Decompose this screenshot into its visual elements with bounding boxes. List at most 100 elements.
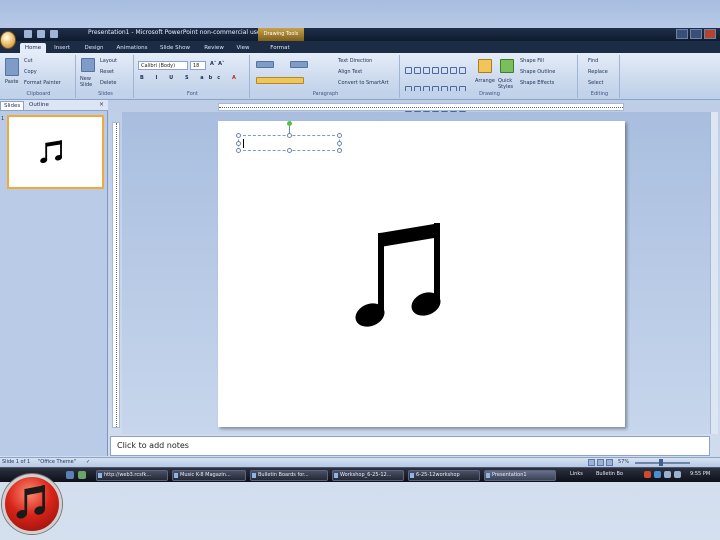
notes-pane[interactable]: Click to add notes	[110, 436, 710, 456]
find-button[interactable]: Find	[588, 58, 598, 64]
close-pane-icon[interactable]: ×	[99, 101, 104, 108]
slideshow-view-button[interactable]	[606, 459, 613, 466]
format-painter-button[interactable]: Format Painter	[24, 80, 61, 86]
zoom-slider-thumb[interactable]	[659, 459, 663, 466]
paste-icon[interactable]	[5, 58, 19, 76]
maximize-button[interactable]	[690, 29, 702, 39]
shape-fill-button[interactable]: Shape Fill	[520, 58, 544, 64]
resize-handle[interactable]	[337, 141, 342, 146]
font-format-buttons[interactable]: B I U S abc	[140, 75, 225, 81]
normal-view-button[interactable]	[588, 459, 595, 466]
zoom-level[interactable]: 57%	[618, 459, 629, 465]
tab-outline[interactable]: Outline	[26, 101, 52, 110]
cut-button[interactable]: Cut	[24, 58, 33, 64]
arrange-icon[interactable]	[478, 59, 492, 73]
bullets-icon[interactable]	[256, 61, 274, 68]
slide-number: 1	[1, 116, 5, 122]
clock[interactable]: 9:55 PM	[690, 470, 710, 479]
taskbar-item[interactable]: 6-25-12workshop	[408, 470, 480, 481]
quick-styles-icon[interactable]	[500, 59, 514, 73]
tab-insert[interactable]: Insert	[50, 43, 74, 53]
music-note-icon[interactable]	[352, 221, 452, 331]
grow-font-button[interactable]: A˄ A˅	[210, 61, 224, 67]
copy-button[interactable]: Copy	[24, 69, 37, 75]
resize-handle[interactable]	[236, 133, 241, 138]
taskbar-item[interactable]: Workshop_6-25-12...	[332, 470, 404, 481]
resize-handle[interactable]	[236, 148, 241, 153]
notes-placeholder[interactable]: Click to add notes	[117, 441, 189, 450]
text-caret	[243, 139, 244, 148]
align-icons[interactable]	[256, 77, 304, 84]
bulletin-toolbar[interactable]: Bulletin Bo	[596, 470, 623, 479]
window-title: Presentation1 - Microsoft PowerPoint non…	[88, 29, 261, 36]
font-name-field[interactable]: Calibri (Body)	[138, 61, 188, 70]
tray-icon[interactable]	[654, 471, 661, 478]
tab-slide-show[interactable]: Slide Show	[156, 43, 194, 53]
spellcheck-icon[interactable]: ✓	[86, 459, 90, 465]
redo-icon[interactable]	[50, 30, 58, 38]
group-label-editing: Editing	[580, 91, 619, 98]
new-slide-button[interactable]: New Slide	[80, 76, 98, 88]
text-direction-button[interactable]: Text Direction	[338, 58, 372, 64]
top-background	[0, 0, 720, 28]
app-logo[interactable]	[2, 474, 62, 534]
resize-handle[interactable]	[337, 133, 342, 138]
taskbar-item[interactable]: http://web3.rcsfk...	[96, 470, 168, 481]
taskbar-item[interactable]: Bulletin Boards for...	[250, 470, 328, 481]
resize-handle[interactable]	[287, 133, 292, 138]
tray-icon[interactable]	[674, 471, 681, 478]
tray-icon[interactable]	[664, 471, 671, 478]
links-toolbar[interactable]: Links	[570, 470, 583, 479]
convert-smartart-button[interactable]: Convert to SmartArt	[338, 80, 389, 86]
shape-effects-button[interactable]: Shape Effects	[520, 80, 554, 86]
font-color-icon[interactable]: A	[232, 75, 236, 81]
group-label-drawing: Drawing	[402, 91, 577, 98]
align-text-button[interactable]: Align Text	[338, 69, 362, 75]
resize-handle[interactable]	[287, 148, 292, 153]
group-label-clipboard: Clipboard	[2, 91, 75, 98]
slide-thumbnail[interactable]	[7, 115, 104, 189]
quick-styles-button[interactable]: Quick Styles	[498, 78, 516, 90]
replace-button[interactable]: Replace	[588, 69, 608, 75]
tab-home[interactable]: Home	[20, 43, 46, 53]
tab-review[interactable]: Review	[200, 43, 228, 53]
taskbar-item[interactable]: Music K-8 Magazin...	[172, 470, 246, 481]
new-slide-icon[interactable]	[81, 58, 95, 72]
tab-animations[interactable]: Animations	[113, 43, 151, 53]
tab-slides[interactable]: Slides	[0, 101, 25, 110]
quicklaunch-icon[interactable]	[66, 471, 74, 479]
resize-handle[interactable]	[337, 148, 342, 153]
select-button[interactable]: Select	[588, 80, 603, 86]
layout-button[interactable]: Layout	[100, 58, 117, 64]
minimize-button[interactable]	[676, 29, 688, 39]
tab-format[interactable]: Format	[262, 43, 298, 53]
arrange-button[interactable]: Arrange	[475, 78, 495, 84]
tab-view[interactable]: View	[232, 43, 254, 53]
zoom-slider[interactable]	[635, 459, 690, 466]
paste-button[interactable]: Paste	[5, 79, 19, 85]
text-box-placeholder[interactable]	[236, 121, 342, 153]
group-clipboard: Paste Cut Copy Format Painter Clipboard	[2, 55, 76, 98]
contextual-tab-drawing-tools: Drawing Tools	[258, 28, 304, 41]
font-size-field[interactable]: 18	[190, 61, 206, 70]
undo-icon[interactable]	[37, 30, 45, 38]
reset-button[interactable]: Reset	[100, 69, 114, 75]
save-icon[interactable]	[24, 30, 32, 38]
shape-outline-button[interactable]: Shape Outline	[520, 69, 555, 75]
indent-icon[interactable]	[290, 61, 308, 68]
group-editing: Find Replace Select Editing	[580, 55, 620, 98]
delete-button[interactable]: Delete	[100, 80, 116, 86]
rotation-handle[interactable]	[287, 121, 292, 126]
group-label-font: Font	[136, 91, 249, 98]
resize-handle[interactable]	[236, 141, 241, 146]
slide-canvas[interactable]	[218, 121, 625, 427]
taskbar-item[interactable]: Presentation1	[484, 470, 556, 481]
quicklaunch-icon[interactable]	[78, 471, 86, 479]
tray-icon[interactable]	[644, 471, 651, 478]
sorter-view-button[interactable]	[597, 459, 604, 466]
close-button[interactable]	[704, 29, 716, 39]
group-paragraph: Text Direction Align Text Convert to Sma…	[252, 55, 400, 98]
vertical-scrollbar[interactable]	[710, 112, 718, 434]
office-button[interactable]	[0, 31, 16, 49]
tab-design[interactable]: Design	[80, 43, 108, 53]
